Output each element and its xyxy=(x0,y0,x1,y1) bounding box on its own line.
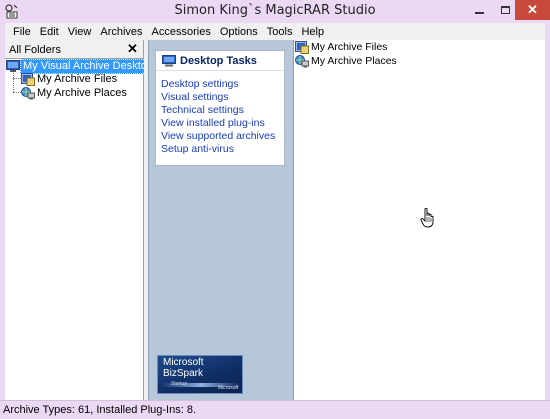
folders-pane-title: All Folders xyxy=(9,44,61,56)
badge-line-startup: Startup xyxy=(171,381,188,387)
view-installed-plugins-link[interactable]: View installed plug-ins xyxy=(161,117,265,129)
network-places-icon xyxy=(21,86,35,99)
tree-item-label: My Archive Files xyxy=(37,72,118,85)
folders-pane: All Folders ✕ My Visual Archive Desktop xyxy=(5,40,157,400)
archive-files-icon xyxy=(21,72,35,86)
view-supported-archives-link[interactable]: View supported archives xyxy=(161,130,275,142)
minimize-button[interactable] xyxy=(466,0,492,20)
tree-connector xyxy=(13,92,21,93)
setup-antivirus-link[interactable]: Setup anti-virus xyxy=(161,143,234,155)
menu-edit[interactable]: Edit xyxy=(35,26,63,38)
desktop-tasks-title: Desktop Tasks xyxy=(180,55,257,67)
desktop-settings-link[interactable]: Desktop settings xyxy=(161,78,239,90)
status-text: Archive Types: 61, Installed Plug-Ins: 8… xyxy=(3,404,197,416)
archive-files-icon xyxy=(295,40,309,54)
title-bar[interactable]: Simon King`s MagicRAR Studio ✕ xyxy=(0,0,550,23)
badge-line-microsoft: Microsoft xyxy=(163,357,204,368)
desktop-tasks-panel: Desktop Tasks Desktop settings Visual se… xyxy=(155,50,285,166)
menu-tools[interactable]: Tools xyxy=(262,26,297,38)
menu-options[interactable]: Options xyxy=(215,26,262,38)
microsoft-bizspark-badge[interactable]: Microsoft BizSpark Startup Microsoft xyxy=(157,355,243,394)
menu-bar: File Edit View Archives Accessories Opti… xyxy=(5,23,545,40)
desktop-tasks-icon xyxy=(162,55,176,67)
main-window: Simon King`s MagicRAR Studio ✕ File Edit… xyxy=(0,0,550,419)
client-area: All Folders ✕ My Visual Archive Desktop xyxy=(5,40,545,400)
tree-item-archive-files[interactable]: My Archive Files xyxy=(21,72,119,86)
desktop-tasks-header: Desktop Tasks xyxy=(156,51,284,71)
close-icon: ✕ xyxy=(527,2,538,17)
tree-connector xyxy=(13,71,14,92)
badge-line-bizspark: BizSpark xyxy=(163,368,204,379)
tasks-pane: Desktop Tasks Desktop settings Visual se… xyxy=(148,40,294,400)
hand-cursor-icon xyxy=(420,208,434,228)
network-places-icon xyxy=(295,54,309,67)
close-button[interactable]: ✕ xyxy=(515,0,550,20)
badge-line-microsoft-logo: Microsoft xyxy=(218,385,239,391)
minimize-icon xyxy=(474,12,484,14)
tree-connector xyxy=(13,78,21,79)
tree-item-visual-archive-desktop[interactable]: My Visual Archive Desktop xyxy=(6,58,157,74)
menu-archives[interactable]: Archives xyxy=(95,26,146,38)
content-item-label: My Archive Files xyxy=(311,41,388,53)
folders-pane-close-icon[interactable]: ✕ xyxy=(127,41,138,57)
status-bar: Archive Types: 61, Installed Plug-Ins: 8… xyxy=(0,400,550,419)
folders-pane-header: All Folders ✕ xyxy=(5,40,143,59)
visual-settings-link[interactable]: Visual settings xyxy=(161,91,229,103)
menu-file[interactable]: File xyxy=(5,26,35,38)
content-item-archive-places[interactable]: My Archive Places xyxy=(295,54,397,68)
menu-accessories[interactable]: Accessories xyxy=(147,26,215,38)
technical-settings-link[interactable]: Technical settings xyxy=(161,104,244,116)
menu-help[interactable]: Help xyxy=(296,26,328,38)
tree-item-label: My Archive Places xyxy=(37,86,127,99)
menu-view[interactable]: View xyxy=(63,26,96,38)
maximize-icon xyxy=(500,6,510,14)
content-item-label: My Archive Places xyxy=(311,55,397,67)
tree-item-archive-places[interactable]: My Archive Places xyxy=(21,86,129,100)
content-item-archive-files[interactable]: My Archive Files xyxy=(295,40,387,54)
desktop-icon xyxy=(6,59,20,72)
